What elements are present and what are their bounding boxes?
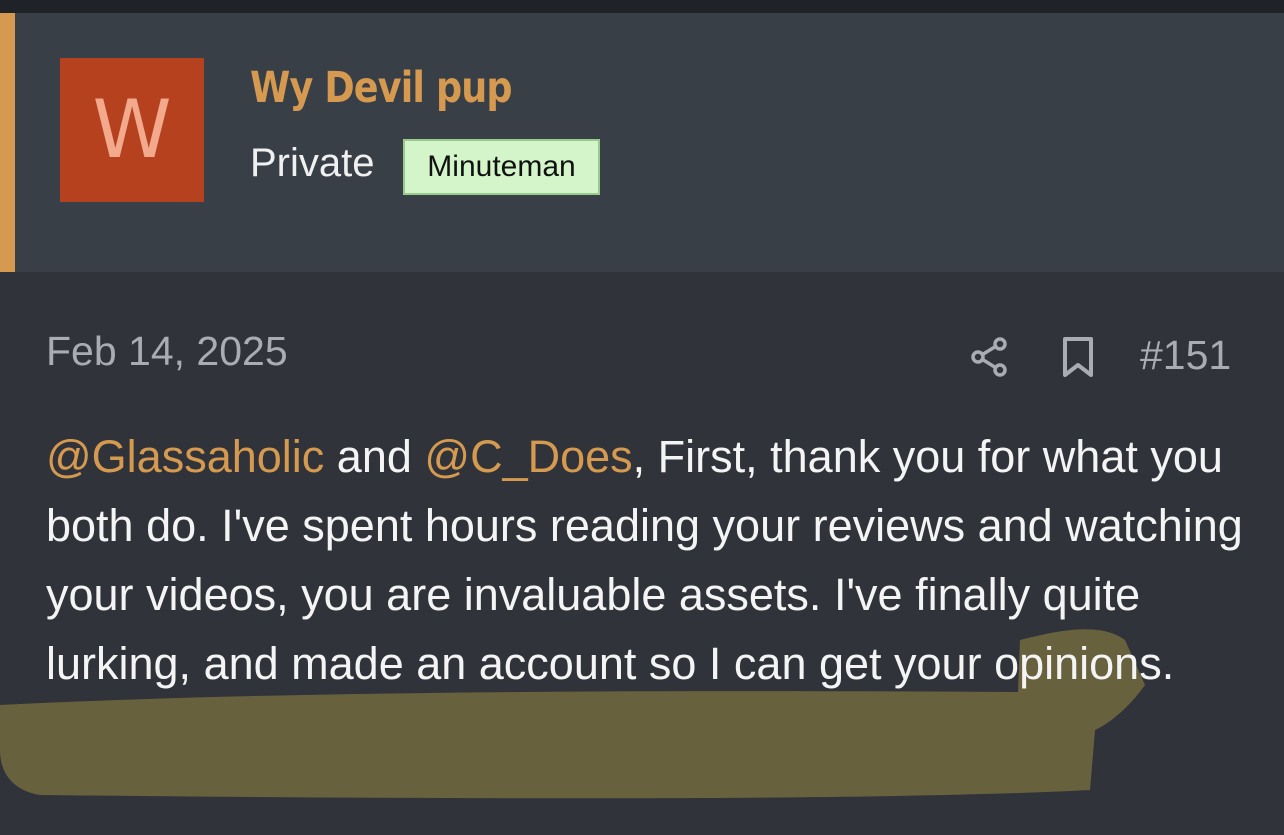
post-message: @Glassaholic and @C_Does, First, thank y… xyxy=(46,422,1246,698)
username-link[interactable]: Wy Devil pup xyxy=(250,63,513,113)
mention-link[interactable]: @Glassaholic xyxy=(46,431,324,482)
post-author-header: W Wy Devil pup Private Minuteman xyxy=(0,13,1284,272)
user-rank: Private xyxy=(250,141,375,185)
accent-stripe xyxy=(0,13,15,272)
user-badge: Minuteman xyxy=(403,139,600,195)
avatar[interactable]: W xyxy=(60,58,204,202)
mention-link[interactable]: @C_Does xyxy=(424,431,632,482)
share-icon[interactable] xyxy=(968,336,1010,378)
post-number[interactable]: #151 xyxy=(1140,332,1231,379)
post-text-fragment: and xyxy=(324,431,425,482)
top-bar xyxy=(0,0,1284,13)
post-date[interactable]: Feb 14, 2025 xyxy=(46,328,288,375)
bookmark-icon[interactable] xyxy=(1060,336,1096,378)
post-body: Feb 14, 2025 #151 @Glassaholic and @C_Do… xyxy=(0,272,1284,835)
